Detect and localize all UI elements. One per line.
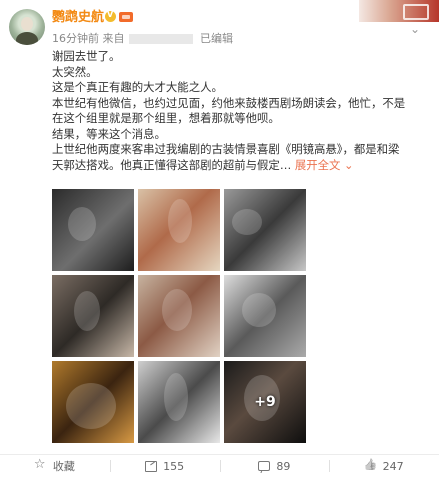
member-badge-icon (119, 12, 133, 22)
avatar-body (16, 32, 38, 45)
banner-emblem-icon (403, 4, 429, 20)
star-icon (34, 457, 47, 472)
comment-button[interactable]: 89 (219, 455, 330, 477)
repost-button[interactable]: 155 (109, 455, 220, 477)
source-redacted (128, 34, 193, 44)
post-image[interactable]: +9 (224, 361, 306, 443)
post-image[interactable] (138, 361, 220, 443)
verified-v-icon (105, 10, 116, 22)
share-icon (145, 460, 158, 472)
expand-label: 展开全文 (294, 157, 341, 172)
more-images-count: +9 (254, 394, 276, 410)
action-bar: 收藏 155 89 247 (0, 455, 439, 477)
weibo-post-card: ⌄ 鹦鹉史航 16分钟前 来自 已编辑 谢园去世了。 太突然。 这是个真正有趣的… (0, 0, 439, 477)
favorite-label: 收藏 (52, 460, 75, 473)
post-image[interactable] (138, 275, 220, 357)
like-button[interactable]: 247 (329, 455, 439, 477)
post-image[interactable] (52, 189, 134, 271)
post-image[interactable] (52, 361, 134, 443)
post-line: 在这个组里就是那个组里，想着那就等他呗。 (52, 111, 280, 125)
post-image[interactable] (224, 189, 306, 271)
post-line: 谢园去世了。 (52, 49, 121, 63)
source-prefix: 来自 (102, 32, 125, 45)
post-time[interactable]: 16分钟前 (52, 32, 99, 46)
author-name[interactable]: 鹦鹉史航 (52, 10, 104, 26)
post-image[interactable] (52, 275, 134, 357)
avatar[interactable] (9, 9, 45, 45)
post-line: 天郭达搭戏。他真正懂得这部剧的超前与假定 (52, 157, 280, 172)
thumbs-up-icon (365, 460, 377, 472)
favorite-button[interactable]: 收藏 (0, 455, 110, 477)
decorative-banner (359, 0, 439, 22)
post-image[interactable] (138, 189, 220, 271)
like-count: 247 (382, 459, 404, 473)
post-line: 结果，等来这个消息。 (52, 126, 166, 141)
post-line: 本世纪有他微信，也约过见面，约他来鼓楼西剧场朗读会，他忙，不是 (52, 95, 406, 110)
post-line: 这是个真正有趣的大才大能之人。 (52, 80, 223, 94)
edited-label[interactable]: 已编辑 (200, 32, 233, 46)
repost-count: 155 (163, 459, 185, 473)
post-meta: 16分钟前 来自 已编辑 (52, 32, 233, 46)
avatar-face (21, 17, 33, 31)
comment-count: 89 (276, 459, 291, 473)
post-line: 太突然。 (52, 64, 98, 79)
post-image[interactable] (224, 275, 306, 357)
image-grid: +9 (52, 189, 326, 444)
post-line: 上世纪他两度来客串过我编剧的古装情景喜剧《明镜高悬》，都是和梁 (52, 142, 400, 156)
post-text: 谢园去世了。 太突然。 这是个真正有趣的大才大能之人。 本世纪有他微信，也约过见… (52, 49, 430, 173)
comment-icon (258, 461, 271, 471)
chevron-down-icon[interactable]: ⌄ (408, 23, 422, 35)
expand-full-text-link[interactable]: 展开全文 ⌄ (295, 158, 354, 172)
post-line-last: 天郭达搭戏。他真正懂得这部剧的超前与假定… 展开全文 ⌄ (52, 157, 354, 172)
